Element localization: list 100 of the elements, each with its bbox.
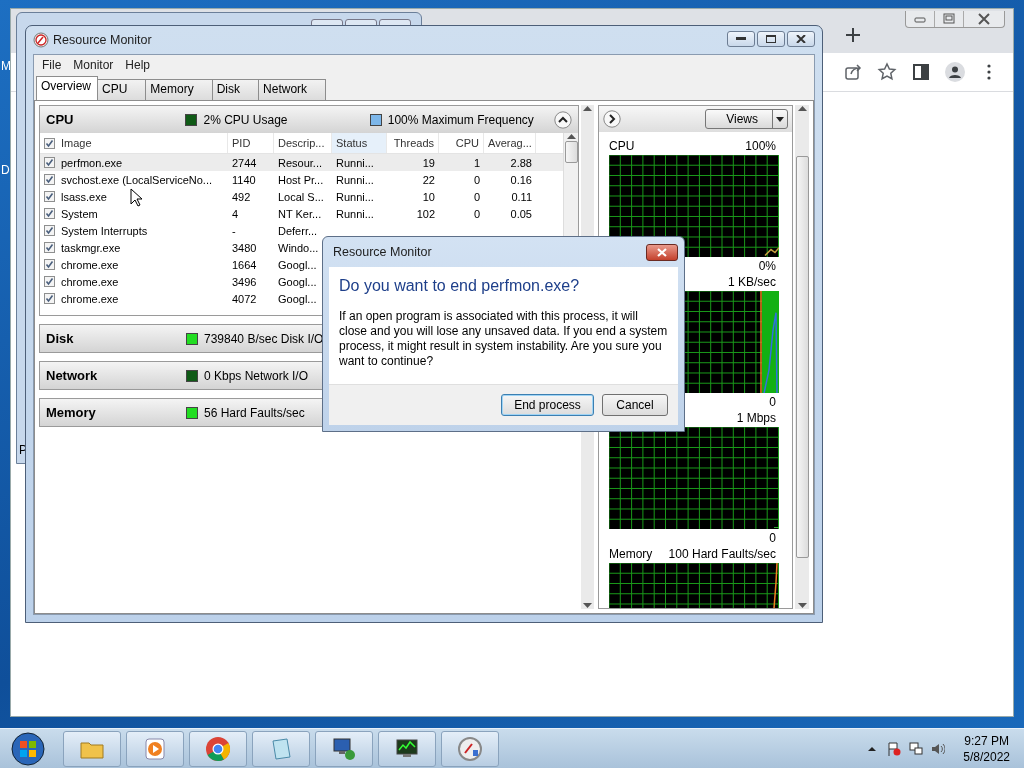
clock[interactable]: 9:27 PM 5/8/2022	[963, 732, 1010, 765]
side-panel-icon[interactable]	[911, 62, 931, 82]
section-title: CPU	[46, 112, 75, 127]
table-cell: 4	[232, 207, 239, 220]
table-cell: Host Pr...	[278, 173, 324, 186]
views-dropdown[interactable]: Views	[705, 109, 788, 129]
column-header[interactable]: Averag...	[484, 133, 536, 153]
desktop-icon-label: M	[1, 59, 11, 73]
start-button[interactable]	[8, 730, 48, 767]
indicator-label: 0 Kbps Network I/O	[204, 368, 309, 383]
checkbox[interactable]	[44, 242, 55, 253]
tab[interactable]: Network	[258, 79, 327, 100]
new-tab-icon[interactable]	[845, 27, 861, 43]
axis-max-label: 1 KB/sec	[727, 275, 776, 290]
column-header[interactable]: CPU	[439, 133, 484, 153]
checkbox[interactable]	[44, 293, 55, 304]
scroll-down-icon[interactable]	[583, 603, 592, 609]
indicator-label: 56 Hard Faults/sec	[204, 405, 305, 420]
section-title: Network	[46, 368, 99, 383]
graph-title: CPU	[609, 139, 635, 154]
section-title: Memory	[46, 405, 97, 420]
table-cell: 2744	[232, 156, 257, 169]
scroll-up-icon[interactable]	[797, 105, 807, 111]
browser-icon[interactable]	[189, 730, 247, 767]
checkbox[interactable]	[44, 225, 55, 236]
close-button[interactable]	[646, 243, 678, 261]
flag-icon[interactable]	[887, 741, 902, 756]
table-cell: System Interrupts	[61, 224, 148, 237]
table-row[interactable]: System 4 NT Ker... Runni... 102 0 0.05	[40, 205, 563, 222]
table-row[interactable]: svchost.exe (LocalServiceNo... 1140 Host Pr... Runni... 22 0 0.16	[40, 171, 563, 188]
share-icon[interactable]	[843, 62, 863, 82]
table-cell: svchost.exe (LocalServiceNo...	[61, 173, 212, 186]
table-cell: 4072	[232, 292, 257, 305]
scroll-up-icon[interactable]	[583, 105, 592, 111]
expand-icon[interactable]	[603, 110, 621, 128]
column-header[interactable]: PID	[228, 133, 274, 153]
graph-title: Memory	[609, 547, 653, 562]
menu-item[interactable]: Help	[119, 58, 157, 72]
table-cell: 102	[416, 207, 435, 220]
table-cell: -	[232, 224, 236, 237]
scroll-down-icon[interactable]	[797, 603, 807, 609]
column-header[interactable]: Threads	[387, 133, 439, 153]
checkbox[interactable]	[44, 174, 55, 185]
table-row[interactable]: System Interrupts - Deferr...	[40, 222, 563, 239]
desktop-icon-label: D	[1, 163, 10, 177]
maximize-button[interactable]	[757, 31, 785, 47]
close-button[interactable]	[787, 31, 815, 47]
table-cell: chrome.exe	[61, 258, 119, 271]
indicator-label: 2% CPU Usage	[203, 112, 288, 127]
axis-min-label: 0	[769, 530, 776, 545]
table-cell: chrome.exe	[61, 275, 119, 288]
table-cell: Googl...	[278, 292, 317, 305]
maximize-icon	[766, 35, 776, 43]
table-cell: Runni...	[336, 207, 374, 220]
table-row[interactable]: lsass.exe 492 Local S... Runni... 10 0 0.11	[40, 188, 563, 205]
checkbox[interactable]	[44, 157, 55, 168]
table-cell: taskmgr.exe	[61, 241, 121, 254]
axis-max-label: 100 Hard Faults/sec	[668, 547, 776, 562]
tab[interactable]: Disk	[211, 79, 260, 100]
volume-icon[interactable]	[931, 741, 946, 756]
table-cell: 0	[473, 207, 480, 220]
table-cell: 0.16	[510, 173, 532, 186]
scroll-thumb[interactable]	[795, 156, 809, 558]
checkbox[interactable]	[44, 276, 55, 287]
table-cell: Resour...	[278, 156, 323, 169]
table-cell: 1	[473, 156, 480, 169]
checkbox[interactable]	[44, 191, 55, 202]
checkbox[interactable]	[44, 208, 55, 219]
table-cell: 3480	[232, 241, 257, 254]
monitor-icon[interactable]	[378, 730, 436, 767]
dialog-button[interactable]: Cancel	[602, 394, 668, 416]
column-header[interactable]: Image	[40, 133, 228, 153]
table-cell: 0	[473, 173, 480, 186]
menu-item[interactable]: File	[36, 58, 68, 72]
network-icon[interactable]	[909, 741, 924, 756]
axis-min-label: 0%	[758, 258, 776, 273]
minimize-button[interactable]	[727, 31, 755, 47]
dialog-button[interactable]: End process	[501, 394, 594, 416]
section-title: Disk	[46, 331, 75, 346]
table-cell: System	[61, 207, 98, 220]
scrollbar[interactable]	[795, 105, 809, 609]
axis-min-label: 0	[769, 394, 776, 409]
tab[interactable]: Overview	[36, 76, 98, 100]
collapse-icon[interactable]	[554, 110, 572, 129]
scroll-thumb[interactable]	[564, 141, 578, 163]
profile-icon[interactable]	[945, 62, 965, 82]
column-header[interactable]: Status	[332, 133, 387, 153]
table-cell: Runni...	[336, 190, 374, 203]
media-player-icon[interactable]	[126, 730, 184, 767]
checkbox[interactable]	[44, 137, 55, 149]
checkbox[interactable]	[44, 259, 55, 270]
window-title: Resource Monitor	[53, 33, 152, 47]
table-row[interactable]: perfmon.exe 2744 Resour... Runni... 19 1 2.88	[40, 154, 563, 171]
close-icon	[796, 35, 806, 43]
table-cell: 2.88	[510, 156, 532, 169]
star-icon[interactable]	[877, 62, 897, 82]
menu-item[interactable]: Monitor	[67, 58, 120, 72]
indicator-label: 100% Maximum Frequency	[387, 112, 534, 127]
tab[interactable]: CPU	[97, 79, 147, 100]
tab[interactable]: Memory	[145, 79, 213, 100]
